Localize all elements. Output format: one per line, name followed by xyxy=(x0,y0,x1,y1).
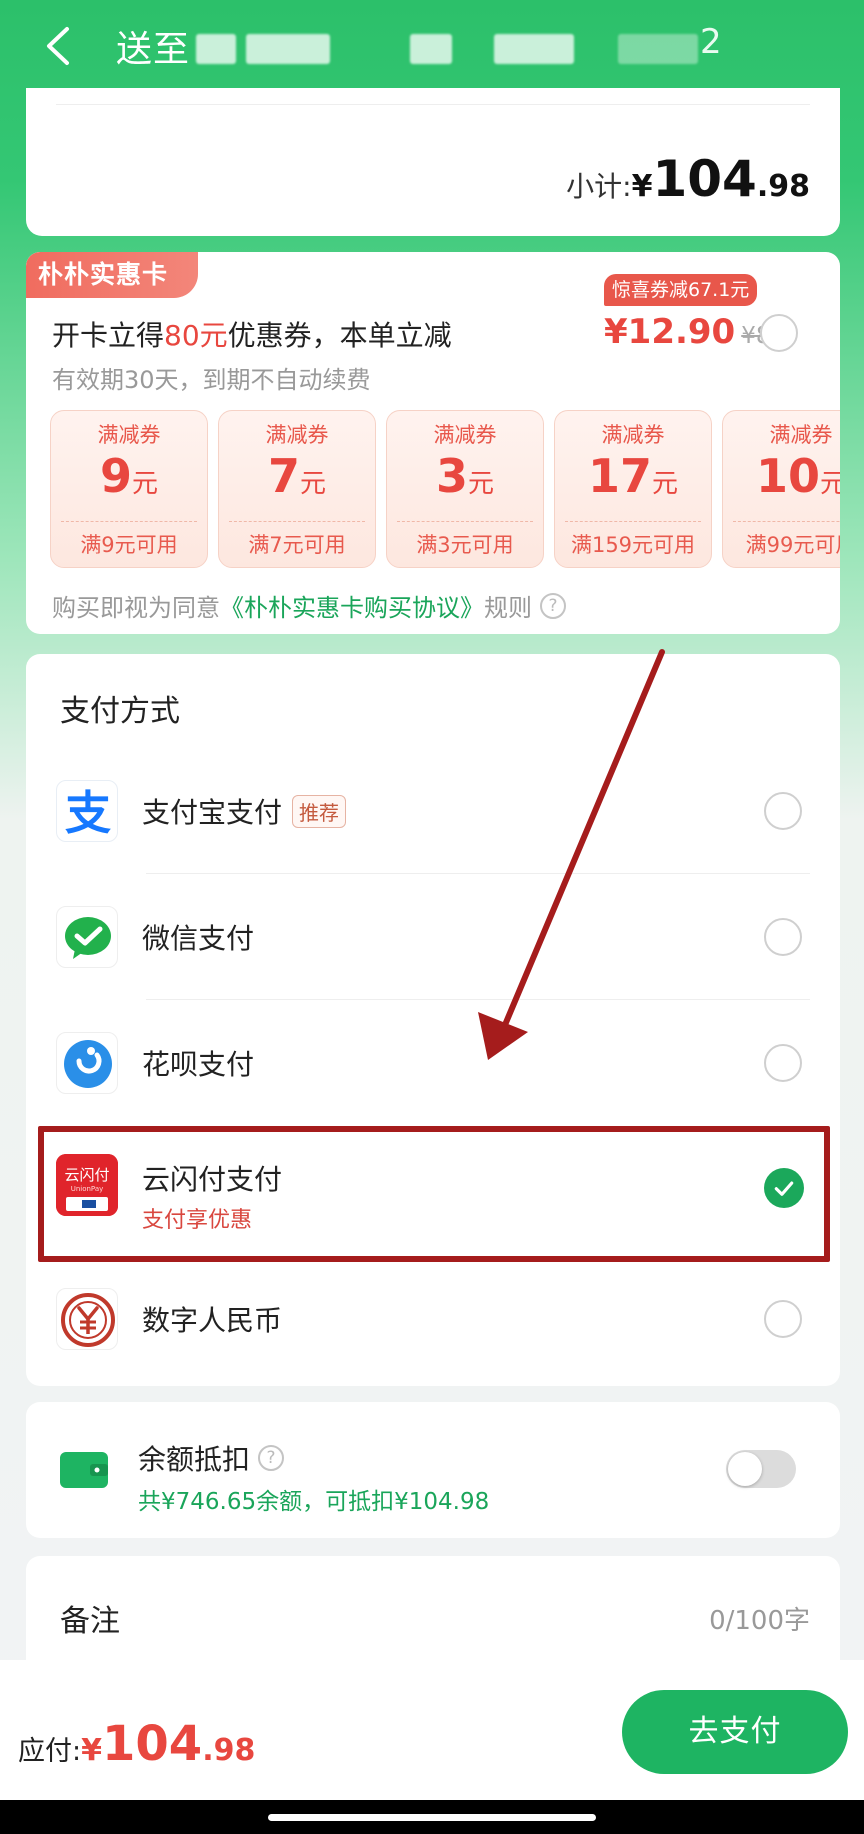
home-indicator[interactable] xyxy=(268,1814,596,1821)
home-indicator-bar xyxy=(0,1800,864,1834)
annotation-arrow xyxy=(478,649,665,1060)
